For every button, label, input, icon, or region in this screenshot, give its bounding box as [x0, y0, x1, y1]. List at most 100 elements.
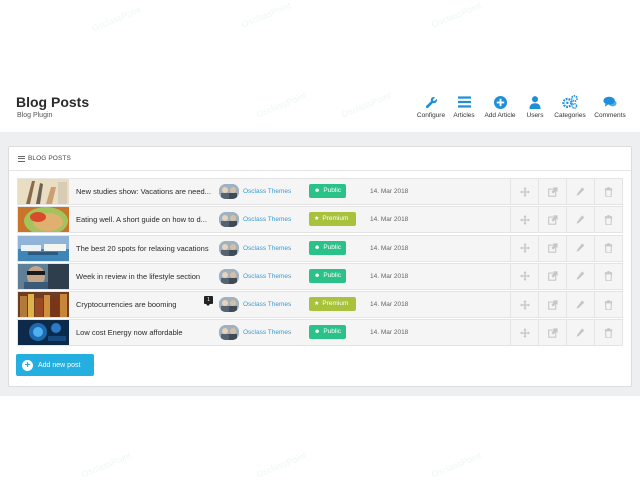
delete-button[interactable] [594, 263, 622, 289]
post-row[interactable]: Eating well. A short guide on how to d..… [17, 206, 623, 234]
user-icon [526, 94, 544, 110]
delete-button[interactable] [594, 179, 622, 204]
author-avatar [219, 268, 239, 284]
move-button[interactable] [510, 179, 538, 204]
top-blank-area [0, 0, 640, 86]
author-link[interactable]: Osclass Themes [243, 245, 291, 252]
users-icon: ☻ [314, 188, 321, 194]
move-icon [519, 271, 530, 282]
author-link[interactable]: Osclass Themes [243, 301, 291, 308]
post-title[interactable]: Eating well. A short guide on how to d..… [76, 215, 207, 224]
move-button[interactable] [510, 320, 538, 346]
post-row[interactable]: New studies show: Vacations are need... … [17, 178, 623, 205]
author-link[interactable]: Osclass Themes [243, 188, 291, 195]
cogs-icon [561, 94, 579, 110]
move-button[interactable] [510, 235, 538, 261]
posts-list: New studies show: Vacations are need... … [17, 178, 623, 348]
list-icon [18, 155, 25, 162]
open-external-button[interactable] [538, 235, 566, 261]
post-title[interactable]: Low cost Energy now affordable [76, 328, 183, 337]
trash-icon [604, 214, 613, 225]
author-link[interactable]: Osclass Themes [243, 329, 291, 336]
author-link[interactable]: Osclass Themes [243, 273, 291, 280]
delete-button[interactable] [594, 320, 622, 346]
open-external-button[interactable] [538, 263, 566, 289]
move-button[interactable] [510, 207, 538, 233]
open-external-button[interactable] [538, 179, 566, 204]
author-avatar [219, 212, 239, 228]
visibility-badge: ★ Premium [309, 297, 356, 312]
post-title[interactable]: Week in review in the lifestyle section [76, 272, 200, 281]
post-date: 14. Mar 2018 [370, 272, 409, 280]
post-date: 14. Mar 2018 [370, 216, 409, 224]
post-thumbnail [18, 320, 69, 346]
post-thumbnail [18, 207, 69, 233]
pencil-icon [576, 328, 585, 337]
panel-title: BLOG POSTS [28, 155, 71, 162]
plus-circle-icon: + [22, 359, 33, 371]
trash-icon [604, 186, 613, 197]
visibility-badge: ☻ Public [309, 325, 346, 340]
post-title[interactable]: New studies show: Vacations are need... [76, 187, 211, 196]
blog-posts-panel: BLOG POSTS New studies show: Vacations a… [8, 146, 632, 387]
configure-button[interactable]: Configure [416, 94, 446, 119]
list-icon [455, 94, 473, 110]
external-link-icon [547, 271, 558, 282]
trash-icon [604, 299, 613, 310]
users-icon: ☻ [314, 329, 321, 336]
page-header: Blog Posts Blog Plugin Configure Article… [0, 86, 640, 132]
edit-button[interactable] [566, 207, 594, 233]
edit-button[interactable] [566, 235, 594, 261]
articles-button[interactable]: Articles [450, 94, 478, 119]
edit-button[interactable] [566, 292, 594, 318]
move-button[interactable] [510, 292, 538, 318]
external-link-icon [547, 186, 558, 197]
external-link-icon [547, 215, 558, 225]
external-link-icon [547, 328, 558, 338]
author-avatar [219, 297, 239, 313]
author-link[interactable]: Osclass Themes [243, 216, 291, 223]
delete-button[interactable] [594, 235, 622, 261]
post-thumbnail [18, 263, 69, 289]
watermark: OsclassPoint [430, 450, 483, 480]
post-row[interactable]: Low cost Energy now affordable Osclass T… [17, 319, 623, 347]
edit-button[interactable] [566, 263, 594, 289]
post-date: 14. Mar 2018 [370, 301, 409, 309]
post-title[interactable]: The best 20 spots for relaxing vacations [76, 244, 209, 253]
trash-icon [604, 243, 613, 254]
add-article-button[interactable]: Add Article [482, 94, 518, 119]
post-row[interactable]: Week in review in the lifestyle section … [17, 262, 623, 290]
add-new-post-label: Add new post [38, 361, 81, 369]
post-date: 14. Mar 2018 [370, 244, 409, 252]
pencil-icon [576, 300, 585, 309]
page-title: Blog Posts [16, 94, 90, 110]
edit-button[interactable] [566, 320, 594, 346]
move-button[interactable] [510, 263, 538, 289]
post-row[interactable]: Cryptocurrencies are booming 1 Osclass T… [17, 291, 623, 319]
post-thumbnail [18, 179, 69, 204]
post-row[interactable]: The best 20 spots for relaxing vacations… [17, 234, 623, 262]
author-avatar [219, 325, 239, 341]
plus-circle-icon [491, 94, 509, 110]
pencil-icon [576, 271, 585, 281]
post-title[interactable]: Cryptocurrencies are booming [76, 300, 176, 309]
users-button[interactable]: Users [522, 94, 548, 119]
move-icon [519, 327, 530, 338]
external-link-icon [547, 243, 558, 253]
add-new-post-button[interactable]: + Add new post [16, 354, 94, 376]
open-external-button[interactable] [538, 320, 566, 346]
comment-count-badge: 1 [204, 296, 213, 307]
post-date: 14. Mar 2018 [370, 329, 409, 337]
delete-button[interactable] [594, 207, 622, 233]
watermark: OsclassPoint [255, 450, 308, 480]
delete-button[interactable] [594, 292, 622, 318]
visibility-badge: ☻ Public [309, 184, 346, 198]
edit-button[interactable] [566, 179, 594, 204]
open-external-button[interactable] [538, 292, 566, 318]
categories-button[interactable]: Categories [552, 94, 588, 119]
post-date: 14. Mar 2018 [370, 188, 409, 195]
post-thumbnail [18, 235, 69, 261]
comments-button[interactable]: Comments [592, 94, 628, 119]
open-external-button[interactable] [538, 207, 566, 233]
watermark: OsclassPoint [80, 450, 133, 480]
